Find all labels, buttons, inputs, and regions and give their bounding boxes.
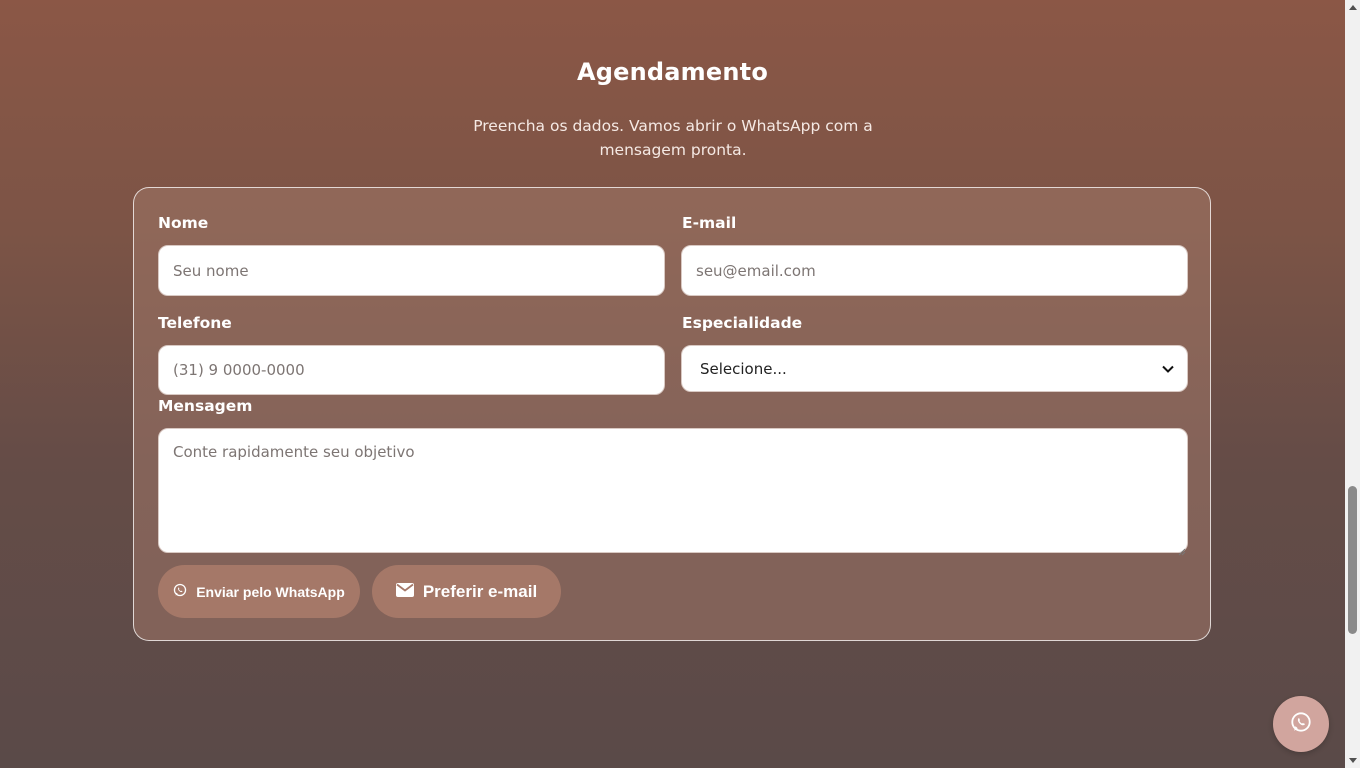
whatsapp-send-button[interactable]: Enviar pelo WhatsApp [158,565,360,618]
page: Agendamento Preencha os dados. Vamos abr… [0,0,1345,768]
phone-input[interactable] [158,345,665,395]
section-subtitle: Preencha os dados. Vamos abrir o WhatsAp… [473,117,873,159]
prefer-email-label: Preferir e-mail [422,581,538,601]
whatsapp-icon [173,583,187,600]
resize-handle-icon[interactable] [1176,541,1186,556]
scroll-up-arrow-icon[interactable] [1345,0,1360,15]
scrollbar-thumb[interactable] [1348,486,1357,634]
chevron-down-icon [1161,362,1175,376]
message-textarea[interactable] [158,428,1188,553]
booking-form: Nome E-mail Telefone Especialidade Selec… [133,187,1211,641]
vertical-scrollbar[interactable] [1345,0,1360,768]
specialty-selected-value: Selecione... [700,359,787,378]
email-label: E-mail [682,214,737,232]
envelope-icon [395,582,414,602]
scroll-down-arrow-icon[interactable] [1345,753,1360,768]
whatsapp-floating-button[interactable] [1273,696,1329,752]
specialty-label: Especialidade [682,314,803,332]
whatsapp-send-label: Enviar pelo WhatsApp [196,583,345,600]
phone-label: Telefone [158,314,232,332]
whatsapp-icon [1290,711,1312,737]
specialty-select[interactable]: Selecione... [681,345,1188,392]
prefer-email-button[interactable]: Preferir e-mail [372,565,561,618]
email-input[interactable] [681,245,1188,296]
name-label: Nome [158,214,209,232]
section-title: Agendamento [576,58,769,86]
message-label: Mensagem [158,397,253,415]
name-input[interactable] [158,245,665,296]
